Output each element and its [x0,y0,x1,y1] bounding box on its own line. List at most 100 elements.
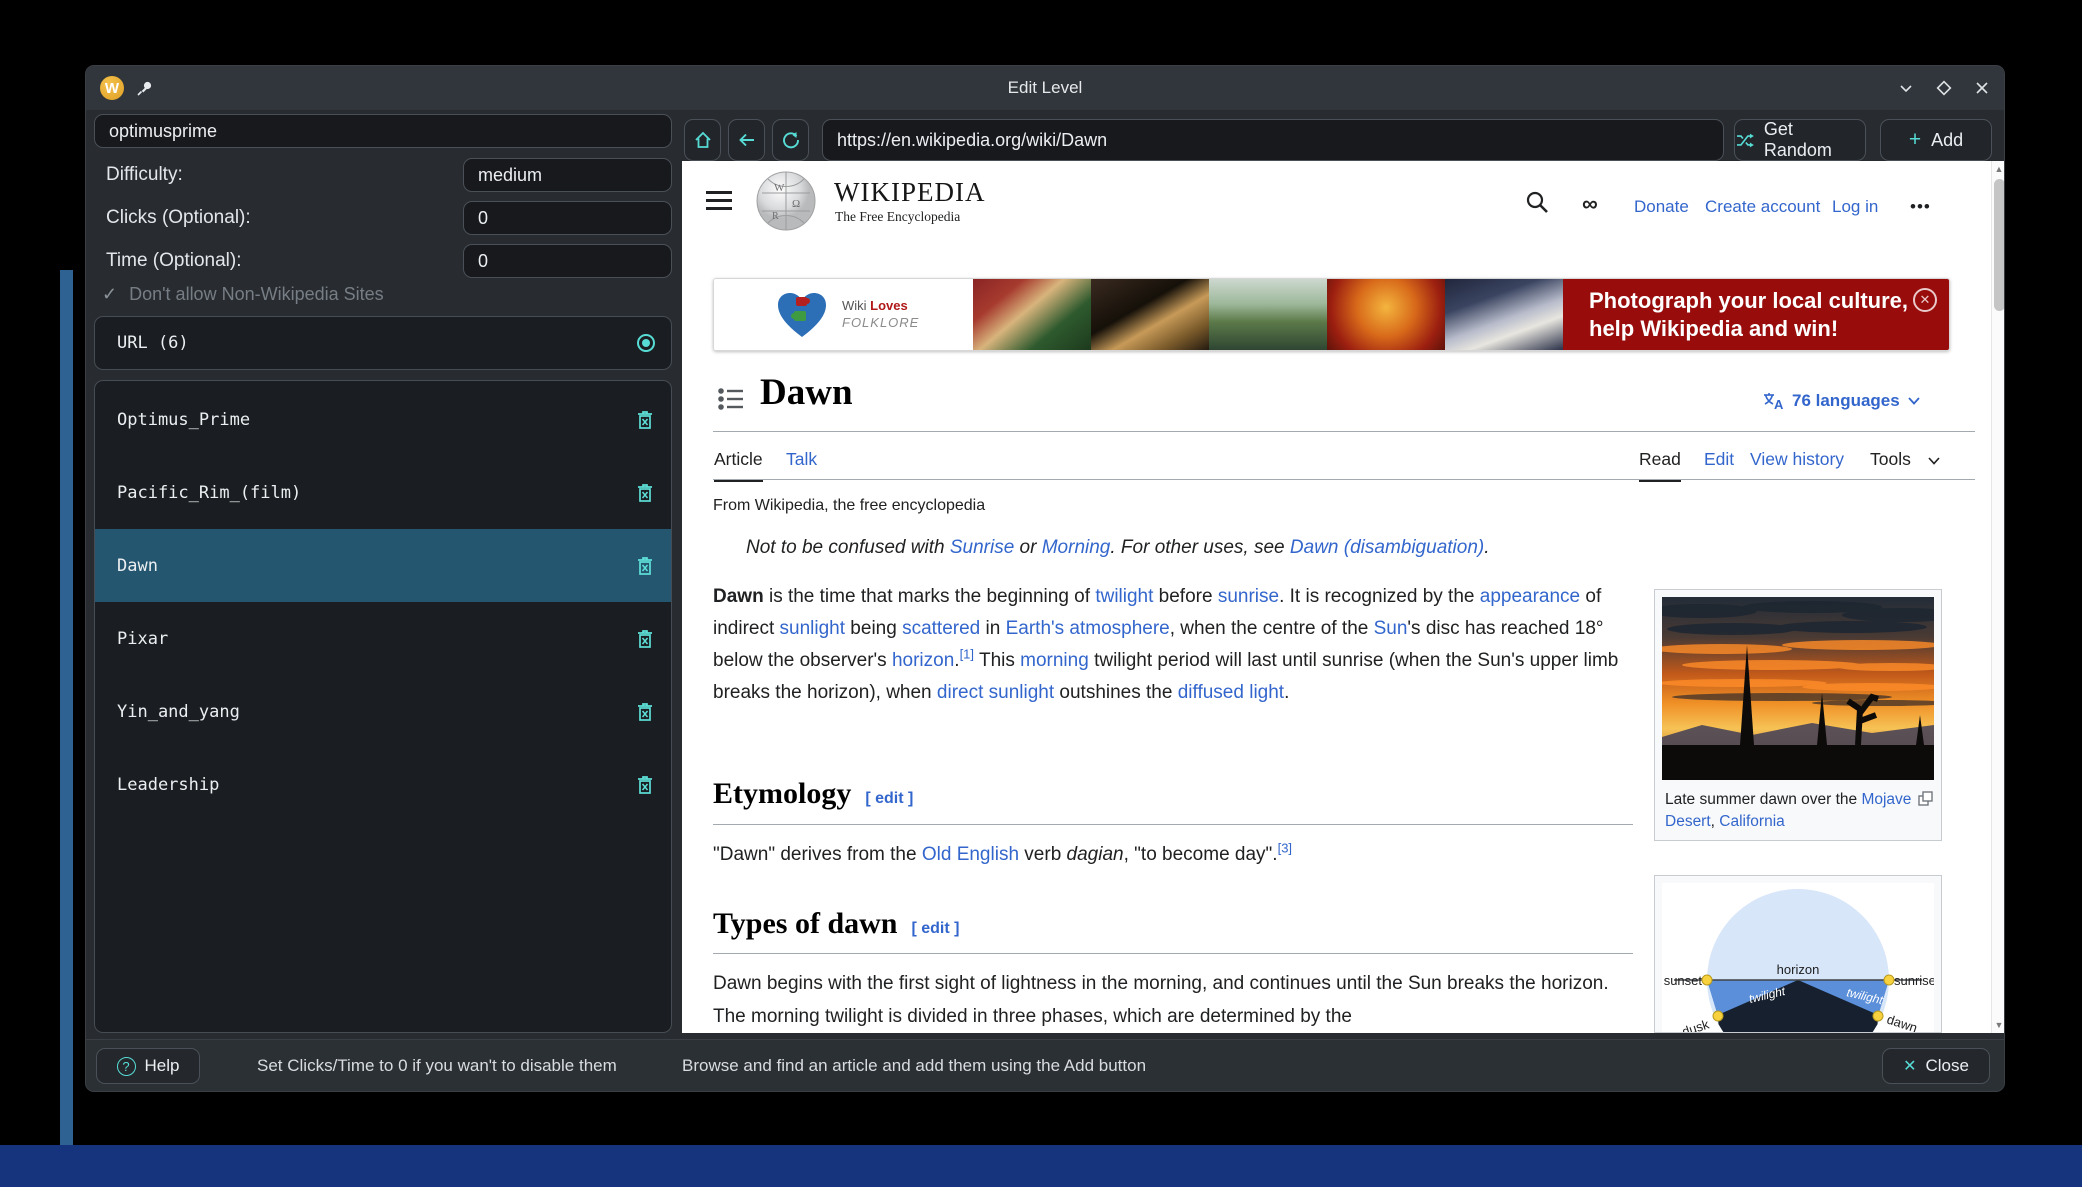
edit-link[interactable]: [ edit ] [911,920,959,937]
url-label: Yin_and_yang [117,702,240,722]
tab-view-history[interactable]: View history [1750,449,1844,479]
wiki-loves-folklore-banner[interactable]: Wiki Loves FOLKLORE Photograph your loca… [713,278,1950,351]
url-list: Optimus_Prime Pacific_Rim_(film) Dawn Pi… [94,380,672,1033]
start-url-radio-icon[interactable] [637,334,655,352]
address-bar[interactable]: https://en.wikipedia.org/wiki/Dawn [822,119,1724,161]
figure-dawn-photo[interactable]: Late summer dawn over the Mojave Desert,… [1654,589,1942,841]
section-divider [713,953,1633,954]
close-x-icon: ✕ [1903,1056,1916,1076]
delete-url-icon[interactable] [635,628,655,650]
question-icon: ? [117,1057,136,1076]
back-button[interactable] [728,119,765,161]
window-titlebar: W Edit Level [86,66,2004,110]
url-row[interactable]: Pacific_Rim_(film) [95,456,671,529]
minimize-button[interactable] [1898,80,1914,96]
banner-photo-strip [973,279,1563,350]
banner-message-line2: help Wikipedia and win! [1589,315,1949,343]
hint-browse-add: Browse and find an article and add them … [682,1056,1146,1076]
plus-icon: + [1909,128,1921,152]
svg-text:A: A [1774,397,1784,411]
banner-close-icon[interactable]: ✕ [1913,288,1937,312]
chevron-down-icon [1908,397,1920,405]
languages-button[interactable]: A 76 languages [1762,391,1920,411]
tab-talk[interactable]: Talk [786,449,817,479]
home-button[interactable] [684,119,721,161]
edit-link[interactable]: [ edit ] [865,790,913,807]
menu-icon[interactable] [706,191,732,215]
delete-url-icon[interactable] [635,409,655,431]
get-random-button[interactable]: Get Random [1734,119,1866,161]
tab-edit[interactable]: Edit [1704,449,1734,479]
delete-url-icon[interactable] [635,555,655,577]
scrollbar-thumb[interactable] [1994,179,2005,311]
delete-url-icon[interactable] [635,774,655,796]
scroll-up-icon[interactable]: ▲ [1992,161,2005,177]
wikipedia-globe-logo[interactable]: W Ω R [754,169,818,233]
figure-caption: Late summer dawn over the Mojave Desert,… [1655,787,1941,844]
search-icon[interactable] [1524,189,1550,215]
close-window-button[interactable] [1974,80,1990,96]
wikipedia-tagline-logo: The Free Encyclopedia [835,209,960,225]
diagram-label-sunrise: sunrise [1894,973,1934,988]
pin-icon[interactable] [136,79,154,97]
url-label: Optimus_Prime [117,410,250,430]
more-options-icon[interactable]: ••• [1910,197,1931,217]
contents-list-icon[interactable] [718,387,744,411]
delete-url-icon[interactable] [635,701,655,723]
help-label: Help [145,1056,180,1076]
mojave-dawn-photo [1662,597,1934,780]
non-wikipedia-checkbox[interactable]: ✓ Don't allow Non-Wikipedia Sites [102,284,384,305]
scroll-down-icon[interactable]: ▼ [1992,1017,2005,1033]
banner-photo [1209,279,1327,350]
add-button[interactable]: + Add [1880,119,1992,161]
difficulty-label: Difficulty: [106,164,183,186]
url-row[interactable]: Optimus_Prime [95,383,671,456]
back-icon [737,130,757,150]
url-row-selected[interactable]: Dawn [95,529,671,602]
time-label: Time (Optional): [106,250,242,272]
checkbox-label: Don't allow Non-Wikipedia Sites [129,284,384,305]
log-in-link[interactable]: Log in [1832,197,1878,217]
maximize-button[interactable] [1936,80,1952,96]
app-icon: W [100,76,124,100]
donate-link[interactable]: Donate [1634,197,1689,217]
tools-chevron-icon[interactable] [1928,457,1940,465]
tab-tools[interactable]: Tools [1870,449,1911,479]
wiki-scrollbar[interactable]: ▲ ▼ [1991,161,2005,1033]
banner-photo [1445,279,1563,350]
home-icon [693,130,713,150]
close-button[interactable]: ✕ Close [1882,1048,1990,1084]
svg-text:Ω: Ω [792,198,800,210]
level-name-input[interactable] [94,114,672,148]
appearance-icon[interactable]: ∞ [1582,191,1598,217]
url-row[interactable]: Yin_and_yang [95,675,671,748]
tab-article[interactable]: Article [714,449,763,482]
desktop-taskbar [0,1145,2082,1187]
checkmark-icon: ✓ [102,284,117,305]
wikipedia-wordmark[interactable]: WIKIPEDIA [834,177,985,208]
enlarge-icon[interactable] [1918,791,1933,806]
clicks-input[interactable] [463,201,672,235]
time-input[interactable] [463,244,672,278]
svg-text:W: W [774,182,785,194]
wikipedia-page: W Ω R WIKIPEDIA The Free Encyclopedia ∞ … [682,161,2005,1033]
url-label: Pixar [117,629,168,649]
banner-message-line1: Photograph your local culture, [1589,287,1949,315]
delete-url-icon[interactable] [635,482,655,504]
diagram-label-sunset: sunset [1664,973,1703,988]
create-account-link[interactable]: Create account [1705,197,1820,217]
help-button[interactable]: ? Help [96,1048,200,1084]
hatnote: Not to be confused with Sunrise or Morni… [746,537,1490,559]
etymology-paragraph: "Dawn" derives from the Old English verb… [713,839,1638,871]
page-title: Dawn [760,371,853,414]
refresh-button[interactable] [772,119,809,161]
wiki-loves-folklore-logo [776,291,828,339]
figure-twilight-diagram[interactable]: horizon sunset sunrise dusk dawn twiligh… [1654,875,1942,1033]
url-row[interactable]: Pixar [95,602,671,675]
edit-level-window: W Edit Level Difficulty: Clicks (Optiona… [85,65,2005,1092]
url-row[interactable]: Leadership [95,748,671,821]
url-list-header[interactable]: URL (6) [94,316,672,370]
tab-read[interactable]: Read [1639,449,1681,482]
lead-paragraph: Dawn is the time that marks the beginnin… [713,581,1638,709]
difficulty-input[interactable] [463,158,672,192]
